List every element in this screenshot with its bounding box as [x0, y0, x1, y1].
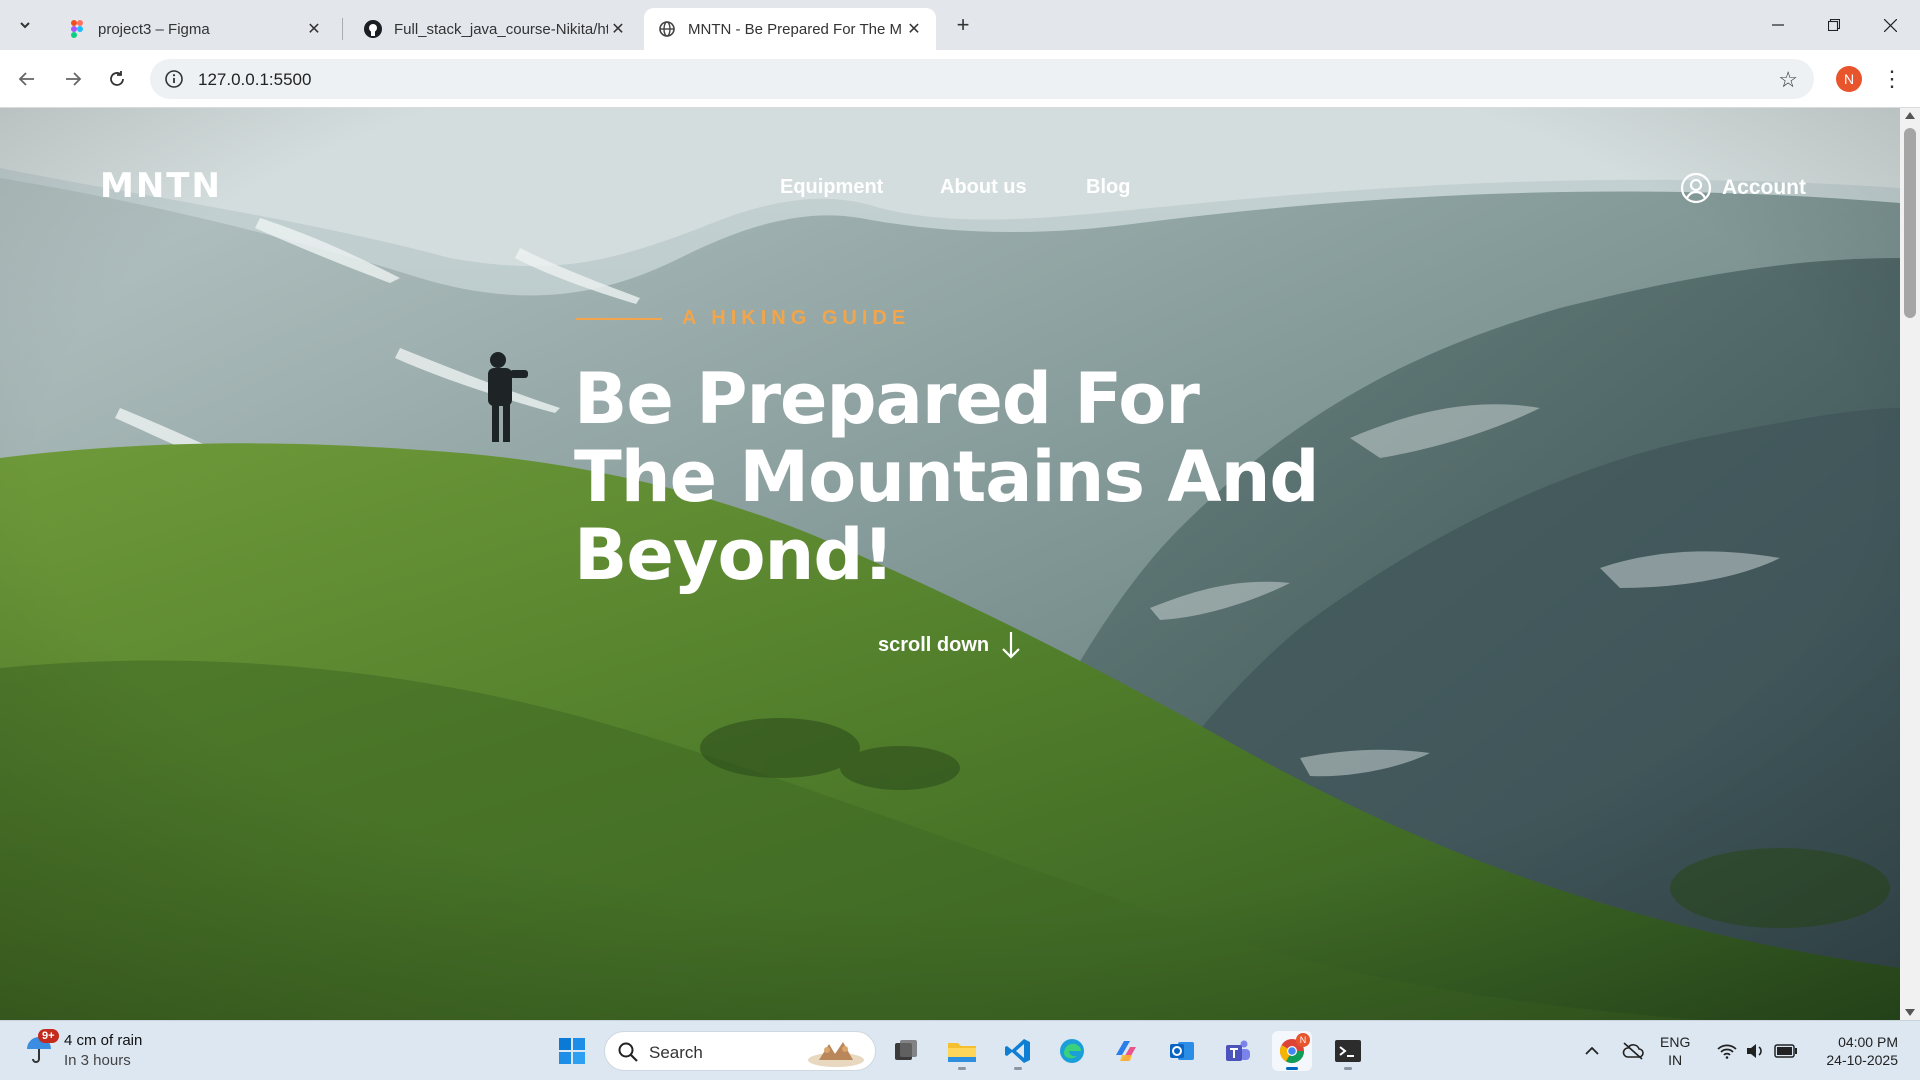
figma-icon [68, 20, 86, 38]
browser-menu-icon[interactable]: ⋮ [1880, 64, 1904, 94]
nav-link-about-us[interactable]: About us [940, 176, 1027, 199]
scroll-down-arrow-icon[interactable] [1905, 1009, 1915, 1016]
tab-title: project3 – Figma [98, 20, 210, 38]
clock-time: 04:00 PM [1838, 1034, 1898, 1050]
chevron-up-icon [1585, 1046, 1599, 1055]
arrow-right-icon [66, 72, 82, 86]
page-viewport: MNTN Equipment About us Blog Account A H… [0, 108, 1900, 1020]
browser-toolbar: 127.0.0.1:5500 ☆ N ⋮ [0, 50, 1920, 108]
reload-icon [110, 71, 124, 86]
globe-icon [658, 20, 676, 38]
tab-github[interactable]: Full_stack_java_course-Nikita/ht ✕ [350, 8, 640, 50]
kicker-line [576, 318, 662, 320]
teams-icon[interactable] [1218, 1031, 1258, 1071]
browser-tab-bar: project3 – Figma ✕ Full_stack_java_cours… [0, 0, 1920, 50]
headline-line: Be Prepared For [574, 358, 1200, 440]
headline-line: The Mountains And [574, 436, 1320, 518]
headline-line: Beyond! [574, 514, 894, 596]
running-indicator [1286, 1067, 1298, 1070]
tab-mntn[interactable]: MNTN - Be Prepared For The M ✕ [644, 8, 936, 50]
clock-date: 24-10-2025 [1826, 1052, 1898, 1068]
page-scrollbar[interactable] [1900, 108, 1920, 1020]
running-indicator [958, 1067, 966, 1070]
scrollbar-thumb[interactable] [1904, 128, 1916, 318]
close-icon[interactable]: ✕ [608, 19, 628, 39]
task-view-icon[interactable] [886, 1031, 926, 1071]
close-window-button[interactable] [1862, 0, 1918, 50]
bookmark-star-icon[interactable]: ☆ [1778, 67, 1798, 93]
restore-icon [1828, 19, 1840, 31]
volume-icon[interactable] [1742, 1031, 1768, 1071]
hero-headline: Be Prepared For The Mountains And Beyond… [574, 360, 1334, 594]
tab-title: Full_stack_java_course-Nikita/ht [394, 20, 608, 38]
minimize-icon [1772, 24, 1784, 26]
reload-button[interactable] [100, 62, 134, 96]
weather-badge: 9+ [38, 1029, 59, 1043]
chrome-profile-badge: N [1296, 1033, 1310, 1047]
chevron-down-icon [20, 22, 30, 29]
system-clock[interactable]: 04:00 PM 24-10-2025 [1812, 1033, 1898, 1069]
forward-button[interactable] [56, 62, 90, 96]
nav-link-equipment[interactable]: Equipment [780, 176, 883, 199]
search-highlight-icon [808, 1042, 864, 1067]
tab-title: MNTN - Be Prepared For The M [688, 20, 902, 38]
language-indicator[interactable]: ENG IN [1660, 1033, 1690, 1069]
windows-taskbar: 9+ 4 cm of rain In 3 hours Search N ENG … [0, 1020, 1920, 1080]
wifi-icon[interactable] [1714, 1031, 1740, 1071]
copilot-icon[interactable] [1106, 1031, 1146, 1071]
cloud-offline-icon[interactable] [1620, 1031, 1646, 1071]
taskbar-search[interactable]: Search [604, 1031, 876, 1071]
arrow-down-icon [1002, 632, 1020, 659]
chrome-icon[interactable]: N [1272, 1031, 1312, 1071]
tab-separator [342, 18, 343, 40]
restore-button[interactable] [1806, 0, 1862, 50]
hero-kicker: A HIKING GUIDE [682, 307, 911, 329]
weather-sub: In 3 hours [64, 1052, 131, 1069]
arrow-left-icon [18, 72, 34, 86]
user-circle-icon [1680, 172, 1712, 204]
github-icon [364, 20, 382, 38]
tab-search-button[interactable] [10, 10, 40, 40]
minimize-button[interactable] [1750, 0, 1806, 50]
terminal-icon[interactable] [1328, 1031, 1368, 1071]
battery-icon[interactable] [1772, 1031, 1800, 1071]
edge-icon[interactable] [1052, 1031, 1092, 1071]
new-tab-button[interactable]: + [948, 10, 978, 40]
site-logo[interactable]: MNTN [100, 166, 222, 206]
weather-main: 4 cm of rain [64, 1032, 143, 1049]
scroll-down-label: scroll down [878, 633, 990, 656]
file-explorer-icon[interactable] [942, 1031, 982, 1071]
scroll-up-arrow-icon[interactable] [1905, 112, 1915, 119]
nav-link-blog[interactable]: Blog [1086, 176, 1130, 199]
account-label: Account [1722, 176, 1806, 199]
windows-start-icon[interactable] [552, 1031, 592, 1071]
back-button[interactable] [10, 62, 44, 96]
language-region: IN [1668, 1052, 1683, 1068]
close-icon[interactable]: ✕ [904, 19, 924, 39]
language-code: ENG [1660, 1034, 1691, 1050]
search-label: Search [649, 1043, 703, 1062]
profile-avatar[interactable]: N [1836, 66, 1862, 92]
site-info-icon[interactable] [164, 69, 184, 89]
outlook-icon[interactable] [1162, 1031, 1202, 1071]
close-icon [1883, 18, 1897, 32]
account-link[interactable]: Account [1680, 172, 1806, 204]
scroll-down-link[interactable]: scroll down [878, 630, 1021, 660]
tab-figma[interactable]: project3 – Figma ✕ [54, 8, 336, 50]
vscode-icon[interactable] [998, 1031, 1038, 1071]
address-bar[interactable]: 127.0.0.1:5500 ☆ [150, 59, 1814, 99]
search-icon [618, 1042, 638, 1062]
url-text[interactable]: 127.0.0.1:5500 [198, 70, 311, 90]
show-hidden-icons[interactable] [1580, 1031, 1604, 1071]
running-indicator [1014, 1067, 1022, 1070]
running-indicator [1344, 1067, 1352, 1070]
close-icon[interactable]: ✕ [304, 19, 324, 39]
